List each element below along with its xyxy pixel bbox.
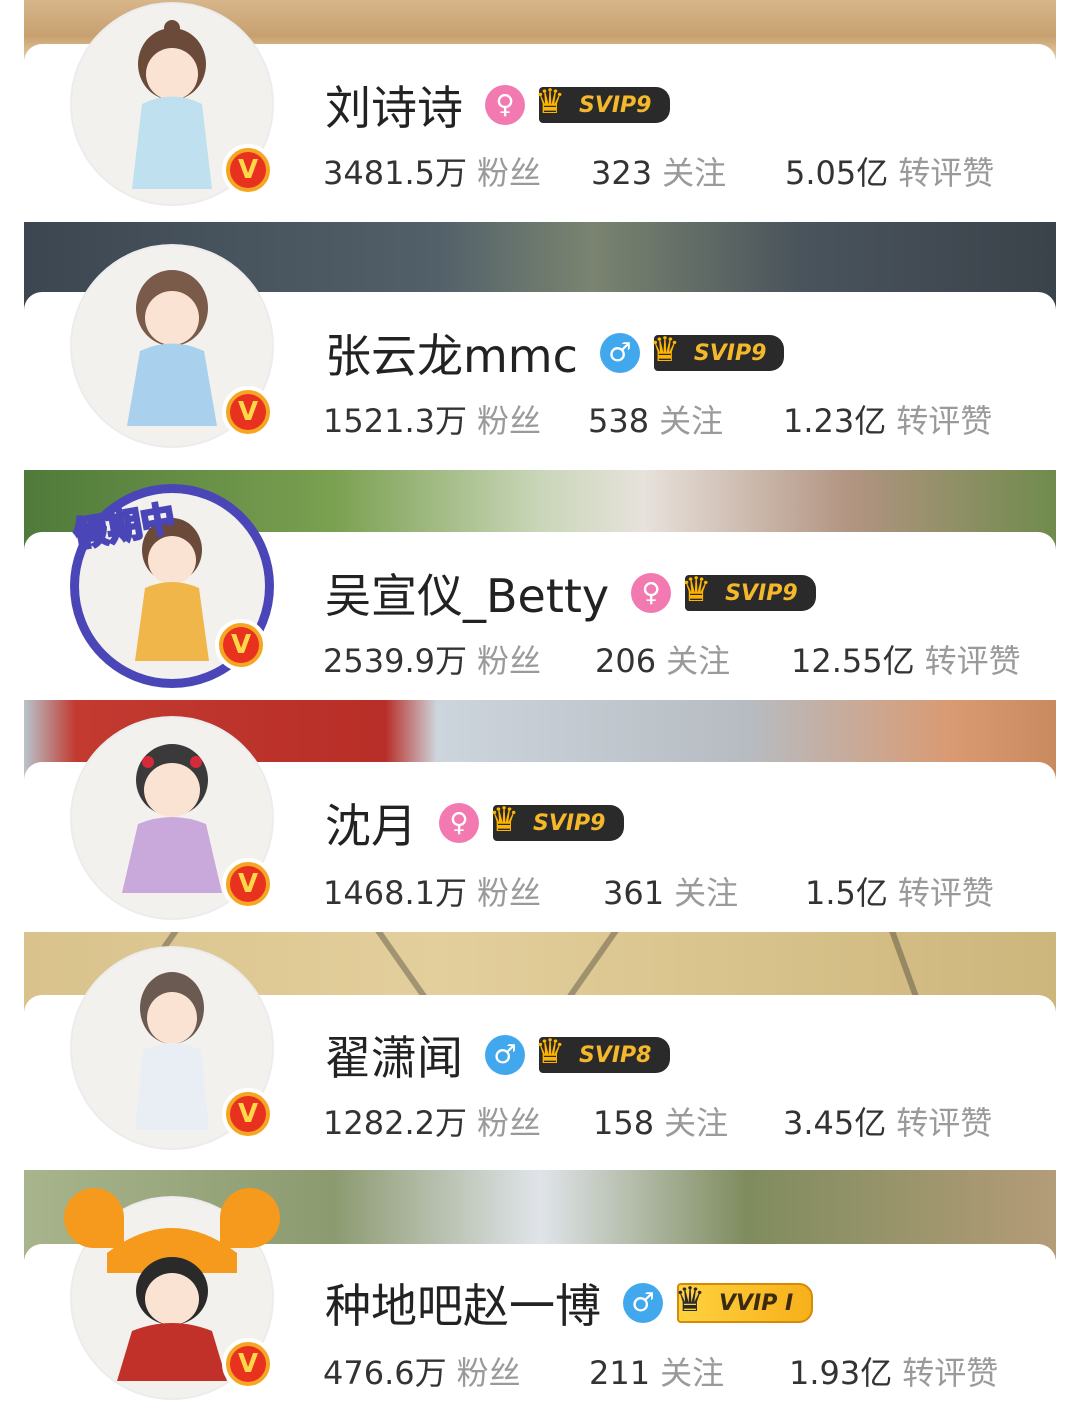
account-name-row: 张云龙mmc ♂ ♛ SVIP9 [325,320,785,386]
avatar[interactable]: V [64,1188,280,1400]
avatar[interactable]: V [70,244,274,448]
engagement-stat[interactable]: 1.5亿 转评赞 [805,868,994,914]
followers-stat[interactable]: 1282.2万 粉丝 [323,1098,541,1144]
account-name[interactable]: 翟潇闻 [325,1022,463,1088]
followers-stat[interactable]: 3481.5万 粉丝 [323,148,541,194]
account-name-row: 吴宣仪_Betty ♀ ♛ SVIP9 [325,560,816,626]
female-icon: ♀ [485,85,525,125]
account-name[interactable]: 沈月 [325,790,417,856]
crown-icon: ♛ [534,82,566,122]
crown-icon: ♛ [674,1280,706,1320]
following-stat[interactable]: 158 关注 [593,1098,728,1144]
account-name-row: 种地吧赵一博 ♂ ♛ VVIP I [325,1270,814,1336]
following-stat[interactable]: 538 关注 [588,396,723,442]
avatar[interactable]: V [70,716,274,920]
verified-v-icon: V [222,144,274,196]
chibi-figure-icon [135,972,209,1130]
chibi-figure-icon [132,20,212,189]
engagement-stat[interactable]: 5.05亿 转评赞 [785,148,994,194]
male-icon: ♂ [485,1035,525,1075]
crown-icon: ♛ [488,800,520,840]
verified-v-icon: V [222,386,274,438]
crown-icon: ♛ [534,1032,566,1072]
followers-stat[interactable]: 1468.1万 粉丝 [323,868,541,914]
engagement-stat[interactable]: 1.93亿 转评赞 [789,1348,998,1394]
chibi-figure-icon [127,270,217,426]
engagement-stat[interactable]: 3.45亿 转评赞 [783,1098,992,1144]
engagement-stat[interactable]: 1.23亿 转评赞 [783,396,992,442]
vip-badge[interactable]: ♛ SVIP9 [650,330,785,371]
male-icon: ♂ [623,1283,663,1323]
vip-badge[interactable]: ♛ VVIP I [675,1280,814,1323]
verified-v-icon: V [222,858,274,910]
vip-badge[interactable]: ♛ SVIP9 [489,800,624,841]
followers-stat[interactable]: 1521.3万 粉丝 [323,396,541,442]
account-name[interactable]: 刘诗诗 [325,72,463,138]
vip-badge[interactable]: ♛ SVIP8 [535,1032,670,1073]
avatar[interactable]: V [70,2,274,206]
engagement-stat[interactable]: 12.55亿 转评赞 [791,636,1021,682]
following-stat[interactable]: 361 关注 [603,868,738,914]
account-name-row: 翟潇闻 ♂ ♛ SVIP8 [325,1022,670,1088]
avatar[interactable]: V [70,946,274,1150]
followers-stat[interactable]: 2539.9万 粉丝 [323,636,541,682]
verified-v-icon: V [222,1338,274,1390]
vip-badge[interactable]: ♛ SVIP9 [681,570,816,611]
following-stat[interactable]: 323 关注 [591,148,726,194]
crown-icon: ♛ [680,570,712,610]
verified-v-icon: V [222,1088,274,1140]
account-name[interactable]: 张云龙mmc [325,320,578,386]
male-icon: ♂ [599,333,640,373]
crown-icon: ♛ [649,330,681,370]
vip-badge[interactable]: ♛ SVIP9 [535,82,670,123]
followers-stat[interactable]: 476.6万 粉丝 [323,1348,521,1394]
following-stat[interactable]: 211 关注 [589,1348,724,1394]
account-name[interactable]: 吴宣仪_Betty [325,560,609,626]
following-stat[interactable]: 206 关注 [595,636,730,682]
account-name-row: 刘诗诗 ♀ ♛ SVIP9 [325,72,670,138]
female-icon: ♀ [439,803,479,843]
chibi-figure-icon [122,744,222,893]
female-icon: ♀ [631,573,672,613]
avatar[interactable]: 假期中 V [69,484,274,688]
account-name-row: 沈月 ♀ ♛ SVIP9 [325,790,624,856]
account-name[interactable]: 种地吧赵一博 [325,1270,601,1336]
verified-v-icon: V [215,619,267,671]
